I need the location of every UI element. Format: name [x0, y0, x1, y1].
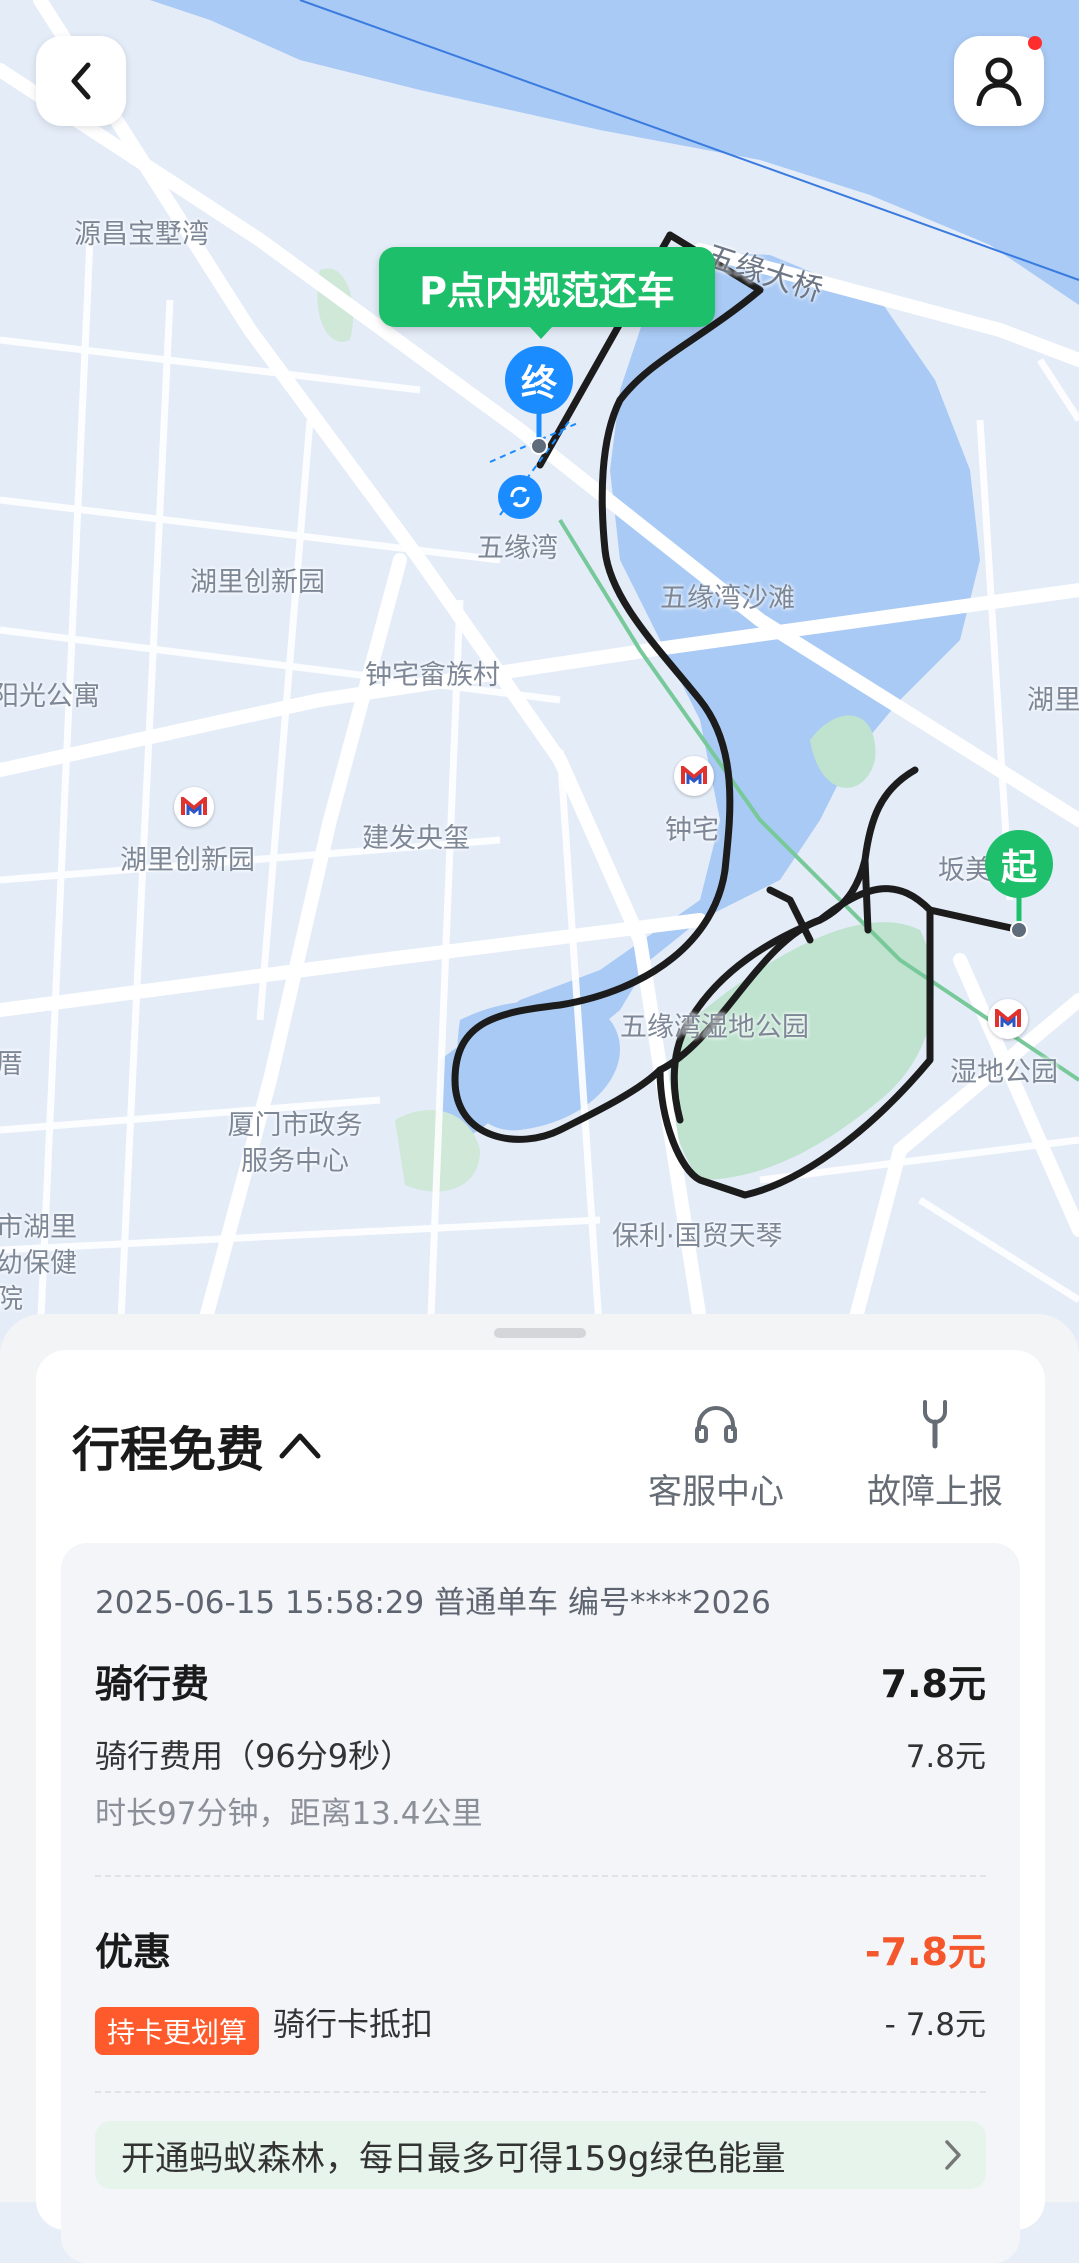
profile-button[interactable] — [954, 36, 1044, 126]
trip-summary-toggle[interactable]: 行程免费 — [72, 1410, 322, 1480]
discount-item-amount: - 7.8元 — [884, 2007, 986, 2043]
end-pin[interactable]: 终 — [505, 346, 573, 414]
metro-icon — [174, 787, 214, 827]
map-label: 市湖里幼保健院 — [0, 1212, 77, 1315]
notification-dot — [1028, 36, 1042, 50]
map-label: 五缘湾 — [477, 533, 558, 564]
discount-item-row: 持卡更划算 骑行卡抵扣 - 7.8元 — [95, 1999, 986, 2055]
metro-icon — [988, 999, 1028, 1039]
start-pin[interactable]: 起 — [985, 830, 1053, 898]
sheet-handle[interactable] — [494, 1328, 586, 1338]
ride-fee-row: 骑行费 7.8元 — [95, 1653, 986, 1708]
bike-station-icon — [498, 475, 542, 519]
trip-meta: 2025-06-15 15:58:29 普通单车 编号****2026 — [95, 1585, 771, 1621]
customer-service-button[interactable]: 客服中心 — [636, 1394, 796, 1513]
map-label: 湖里创新园 — [120, 845, 255, 876]
map-label: 钟宅 — [665, 815, 719, 846]
fault-report-button[interactable]: 故障上报 — [855, 1394, 1015, 1513]
map-label: 湖里创新园 — [190, 567, 325, 598]
map-label: 阳光公寓 — [0, 681, 100, 712]
map-view[interactable]: 源昌宝墅湾 五缘大桥 五缘湾 湖里创新园 五缘湾沙滩 钟宅畲族村 阳光公寓 湖里… — [0, 0, 1079, 1340]
section-divider — [95, 2091, 986, 2093]
section-divider — [95, 1875, 986, 1877]
fault-report-label: 故障上报 — [867, 1472, 1003, 1512]
back-button[interactable] — [36, 36, 126, 126]
ride-fee-item-row: 骑行费用（96分9秒） 7.8元 — [95, 1731, 986, 1777]
return-zone-tag: P点内规范还车 — [379, 247, 715, 339]
map-label: 厝 — [0, 1049, 23, 1080]
map-base — [0, 0, 1079, 1340]
map-label: 源昌宝墅湾 — [74, 219, 209, 250]
map-label: 五缘湾沙滩 — [660, 583, 795, 614]
chevron-right-icon — [945, 2140, 961, 2170]
trip-detail-sheet: 行程免费 客服中心 故障上报 2025-06-15 15:58:29 普通单车 … — [0, 1314, 1079, 2263]
chevron-up-icon — [279, 1433, 321, 1459]
ride-summary: 时长97分钟，距离13.4公里 — [95, 1796, 483, 1832]
headset-icon — [695, 1406, 737, 1443]
ride-fee-item-label: 骑行费用（96分9秒） — [95, 1737, 413, 1775]
metro-icon — [674, 756, 714, 796]
trip-title: 行程免费 — [72, 1422, 265, 1478]
ride-fee-item-amount: 7.8元 — [905, 1739, 986, 1775]
ant-forest-promo[interactable]: 开通蚂蚁森林，每日最多可得159g绿色能量 — [95, 2121, 986, 2189]
map-label: 坂美 — [938, 855, 992, 886]
map-label: 湖里 — [1027, 685, 1079, 716]
map-label: 厦门市政务服务中心 — [227, 1110, 363, 1177]
ride-fee-title: 骑行费 — [95, 1662, 210, 1706]
map-label: 钟宅畲族村 — [365, 660, 500, 691]
fee-detail: 2025-06-15 15:58:29 普通单车 编号****2026 骑行费 … — [61, 1543, 1020, 2263]
discount-amount: -7.8元 — [864, 1930, 986, 1974]
discount-row: 优惠 -7.8元 — [95, 1921, 986, 1976]
map-label: 建发央玺 — [362, 823, 470, 854]
ride-fee-amount: 7.8元 — [880, 1662, 986, 1706]
discount-title: 优惠 — [95, 1930, 172, 1974]
map-label: 湿地公园 — [950, 1057, 1058, 1088]
wrench-icon — [923, 1400, 947, 1449]
map-label: 五缘湾湿地公园 — [620, 1012, 809, 1043]
chevron-left-icon — [71, 62, 91, 100]
trip-card: 行程免费 客服中心 故障上报 2025-06-15 15:58:29 普通单车 … — [36, 1350, 1045, 2263]
card-promo-badge[interactable]: 持卡更划算 — [95, 2006, 260, 2055]
promo-text: 开通蚂蚁森林，每日最多可得159g绿色能量 — [121, 2138, 786, 2179]
user-icon — [976, 57, 1022, 106]
customer-service-label: 客服中心 — [648, 1472, 784, 1512]
map-label: 保利·国贸天琴 — [612, 1221, 783, 1252]
discount-item-label: 骑行卡抵扣 — [273, 2005, 434, 2043]
